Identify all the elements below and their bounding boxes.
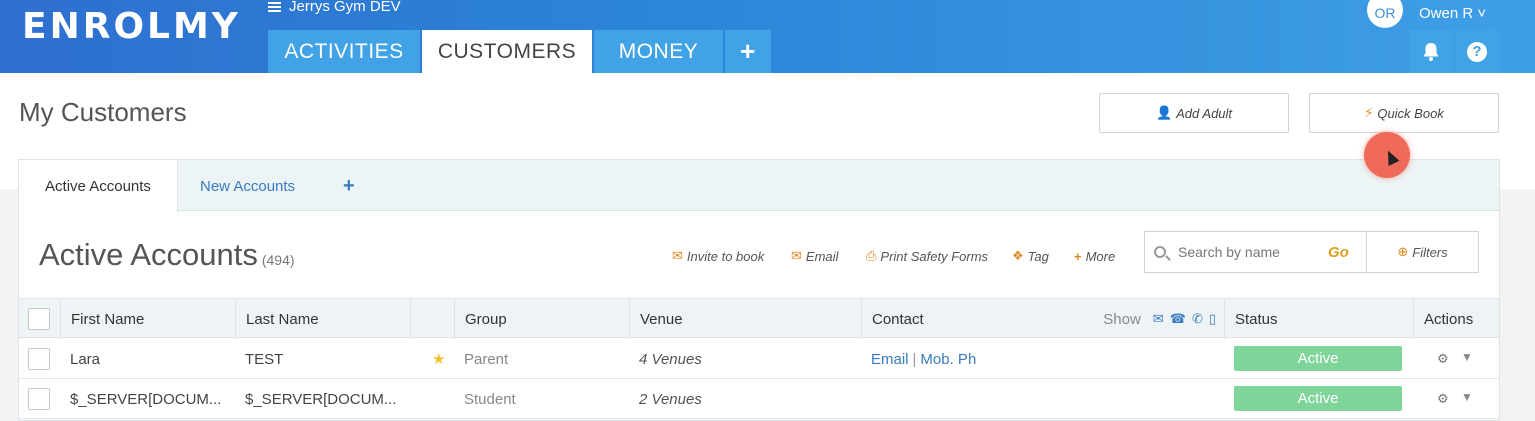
last-name-cell[interactable]: TEST <box>235 339 410 379</box>
envelope-icon: ✉ <box>672 248 683 263</box>
add-adult-button[interactable]: 👤 Add Adult <box>1099 93 1289 133</box>
tab-activities[interactable]: ACTIVITIES <box>268 30 420 73</box>
venue-cell[interactable]: 4 Venues <box>629 339 861 379</box>
tag-icon: ❖ <box>1012 248 1024 263</box>
add-subtab-button[interactable]: + <box>343 160 355 212</box>
contact-show-toggles: Show ✉ ☎ ✆ ▯ <box>1081 299 1224 339</box>
email-action[interactable]: ✉ Email <box>791 246 838 266</box>
phone-square-icon[interactable]: ☎ <box>1170 311 1186 327</box>
table-row[interactable]: $_SERVER[DOCUM... $_SERVER[DOCUM... Stud… <box>19 379 1499 419</box>
print-label: Print Safety Forms <box>880 248 989 264</box>
status-badge: Active <box>1234 346 1402 371</box>
help-icon: ? <box>1467 41 1487 62</box>
add-tab-button[interactable]: + <box>725 30 771 73</box>
show-label: Show <box>1103 310 1141 328</box>
go-button[interactable]: Go <box>1328 244 1349 261</box>
quick-book-label: Quick Book <box>1377 105 1444 121</box>
printer-icon: ⎙ <box>866 248 877 263</box>
main-tabs: ACTIVITIES CUSTOMERS MONEY + <box>268 30 773 73</box>
account-subtabs: Active Accounts New Accounts + <box>19 160 1499 212</box>
column-status[interactable]: Status <box>1224 299 1413 339</box>
row-checkbox[interactable] <box>28 348 50 370</box>
top-navigation-bar: ENROLMY Jerrys Gym DEV ACTIVITIES CUSTOM… <box>0 0 1535 73</box>
customers-panel: Active Accounts New Accounts + Active Ac… <box>18 159 1500 421</box>
print-safety-forms-action[interactable]: ⎙ Print Safety Forms <box>866 246 988 266</box>
table-row[interactable]: Lara TEST ★ Parent 4 Venues Email | Mob. P… <box>19 339 1499 379</box>
envelope-icon[interactable]: ✉ <box>1153 311 1164 327</box>
chevron-down-icon: ˅ <box>1477 4 1487 22</box>
plus-circle-icon: ⊕ <box>1397 244 1409 259</box>
search-input[interactable] <box>1178 244 1328 260</box>
add-user-icon: 👤 <box>1155 105 1173 120</box>
tag-label: Tag <box>1027 248 1049 264</box>
invite-label: Invite to book <box>686 248 765 264</box>
column-last-name[interactable]: Last Name <box>235 299 410 339</box>
section-title: Active Accounts (494) <box>39 237 295 273</box>
column-contact[interactable]: Contact <box>861 299 1081 339</box>
select-all-cell <box>28 299 50 339</box>
avatar: OR <box>1367 0 1403 28</box>
more-action[interactable]: + More <box>1074 246 1115 266</box>
bell-icon <box>1423 42 1439 61</box>
plus-icon: + <box>1074 248 1082 264</box>
page-title: My Customers <box>19 97 187 127</box>
table-header: First Name Last Name Group Venue Contact… <box>19 298 1499 339</box>
more-label: More <box>1085 248 1116 264</box>
chevron-down-icon[interactable]: ▼ <box>1461 350 1473 364</box>
add-adult-label: Add Adult <box>1176 105 1233 121</box>
mobile-phone-link[interactable]: Mob. Ph <box>920 351 976 368</box>
org-switcher[interactable]: Jerrys Gym DEV <box>268 0 401 15</box>
org-name: Jerrys Gym DEV <box>289 0 401 15</box>
subtab-new-accounts[interactable]: New Accounts <box>200 160 295 212</box>
contact-cell: Email | Mob. Ph <box>861 339 1224 379</box>
tab-money[interactable]: MONEY <box>594 30 723 73</box>
tab-customers[interactable]: CUSTOMERS <box>422 30 592 73</box>
lightning-icon: ⚡ <box>1364 105 1374 120</box>
email-label: Email <box>805 248 839 264</box>
tag-action[interactable]: ❖ Tag <box>1012 246 1049 266</box>
enrolmy-logo[interactable]: ENROLMY <box>22 6 241 47</box>
mobile-icon[interactable]: ▯ <box>1209 311 1216 327</box>
group-cell: Student <box>464 390 516 408</box>
account-count: (494) <box>261 252 295 268</box>
first-name-cell[interactable]: $_SERVER[DOCUM... <box>60 379 235 419</box>
menu-icon <box>268 1 281 12</box>
filters-button[interactable]: ⊕ Filters <box>1366 231 1479 273</box>
last-name-cell[interactable]: $_SERVER[DOCUM... <box>235 379 410 419</box>
phone-icon[interactable]: ✆ <box>1192 311 1203 327</box>
row-select-cell <box>19 339 50 379</box>
group-cell: Parent <box>464 350 509 368</box>
user-menu[interactable]: OR Owen R ˅ <box>1367 0 1486 28</box>
invite-to-book-action[interactable]: ✉ Invite to book <box>672 246 764 266</box>
chevron-down-icon[interactable]: ▼ <box>1461 390 1473 404</box>
search-box: Go <box>1144 231 1367 273</box>
star-icon[interactable]: ★ <box>422 339 454 379</box>
divider: | <box>912 350 917 368</box>
notifications-button[interactable] <box>1409 30 1453 73</box>
filters-label: Filters <box>1412 244 1448 260</box>
subtab-active-accounts[interactable]: Active Accounts <box>19 160 178 212</box>
gear-icon[interactable]: ⚙ <box>1437 351 1449 367</box>
user-name: Owen R ˅ <box>1419 4 1487 22</box>
quick-book-button[interactable]: ⚡ Quick Book <box>1309 93 1499 133</box>
venue-cell[interactable]: 2 Venues <box>629 379 861 419</box>
row-checkbox[interactable] <box>28 388 50 410</box>
envelope-icon: ✉ <box>791 248 802 263</box>
gear-icon[interactable]: ⚙ <box>1437 391 1449 407</box>
row-select-cell <box>19 379 50 419</box>
column-actions: Actions <box>1413 299 1499 339</box>
help-button[interactable]: ? <box>1455 30 1499 73</box>
first-name-cell[interactable]: Lara <box>60 339 235 379</box>
section-title-text: Active Accounts <box>39 237 258 272</box>
column-group[interactable]: Group <box>454 299 629 339</box>
status-badge: Active <box>1234 386 1402 411</box>
email-link[interactable]: Email <box>871 351 909 368</box>
column-star <box>410 299 454 339</box>
column-first-name[interactable]: First Name <box>60 299 235 339</box>
search-icon <box>1154 246 1166 258</box>
select-all-checkbox[interactable] <box>28 308 50 330</box>
column-venue[interactable]: Venue <box>629 299 861 339</box>
